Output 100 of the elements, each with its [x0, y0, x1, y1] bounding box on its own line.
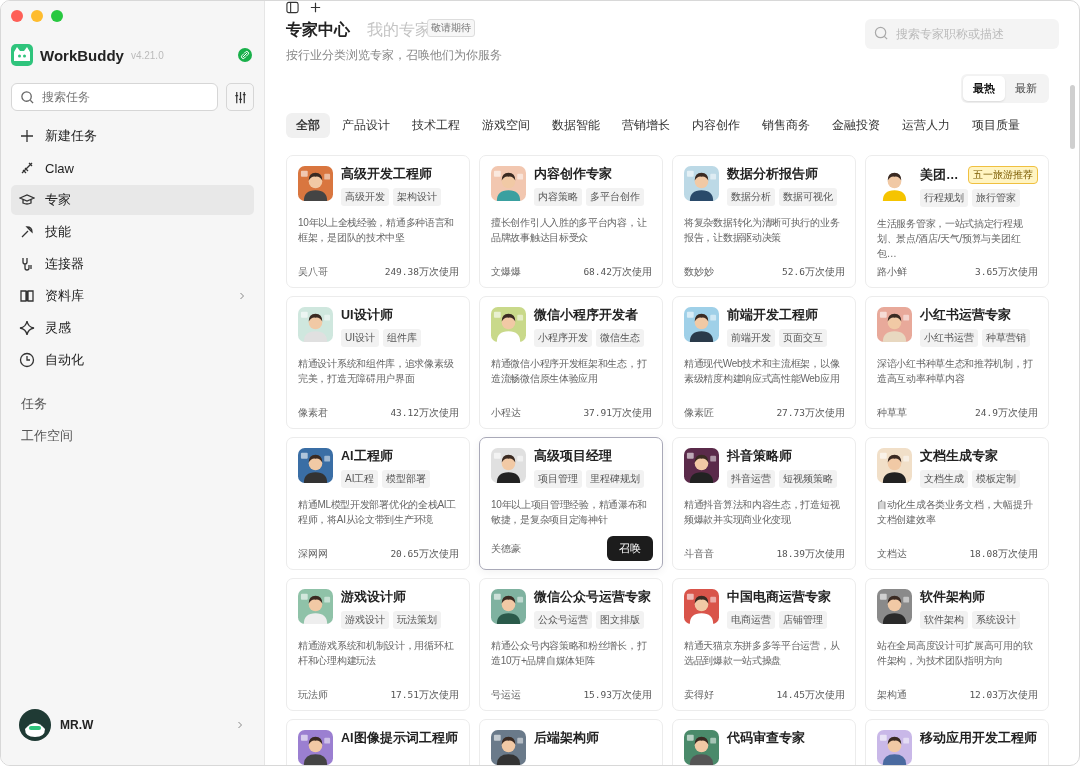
expert-title: AI工程师 — [341, 448, 393, 465]
expert-description: 精通公众号内容策略和粉丝增长，打造10万+品牌自媒体矩阵 — [491, 639, 648, 668]
expert-card[interactable]: 软件架构师 软件架构 系统设计 站在全局高度设计可扩展高可用的软件架构，为技术团队指明方向 架构通 12.03万次使用 — [865, 578, 1049, 711]
expert-title: 移动应用开发工程师 — [920, 730, 1037, 747]
sidebar-toggle-icon[interactable] — [286, 1, 299, 14]
usage-count: 24.9万次使用 — [975, 406, 1038, 420]
expert-description: 精通天猫京东拼多多等平台运营，从选品到爆款一站式操盘 — [684, 639, 841, 668]
tag: 多平台创作 — [586, 188, 644, 206]
author-name: 架构通 — [877, 688, 907, 702]
filter-button[interactable] — [226, 83, 254, 111]
author-name: 像素君 — [298, 406, 328, 420]
sort-option[interactable]: 最新 — [1005, 76, 1047, 101]
user-profile[interactable]: MR.W — [11, 709, 254, 741]
expert-title: 美团… — [920, 166, 959, 184]
category-tab[interactable]: 数据智能 — [542, 113, 610, 138]
expert-card[interactable]: 游戏设计师 游戏设计 玩法策划 精通游戏系统和机制设计，用循环杠杆和心理构建玩法 玩法师 17.51万次使用 — [286, 578, 470, 711]
expert-card[interactable]: 高级开发工程师 高级开发 架构设计 10年以上全栈经验，精通多种语言和框架，是团队的技术中坚 吴八哥 249.38万次使用 — [286, 155, 470, 288]
expert-card[interactable]: 微信小程序开发者 小程序开发 微信生态 精通微信小程序开发框架和生态，打造流畅微信原生体验应用 小程达 37.91万次使用 — [479, 296, 663, 429]
usage-count: 52.6万次使用 — [782, 265, 845, 279]
nav-item[interactable]: 灵感 — [11, 313, 254, 343]
expert-card[interactable]: 中国电商运营专家 电商运营 店铺管理 精通天猫京东拼多多等平台运营，从选品到爆款一站式操盘 卖得好 14.45万次使用 — [672, 578, 856, 711]
expert-title: 软件架构师 — [920, 589, 985, 606]
nav-item[interactable]: 连接器 — [11, 249, 254, 279]
tag: 小程序开发 — [534, 329, 592, 347]
coming-soon-badge: 敬请期待 — [427, 19, 475, 37]
expert-card[interactable]: 美团… 五一旅游推荐 行程规划 旅行管家 生活服务管家，一站式搞定行程规划、景点/酒店/天气/预算与美团红包… 路小鲜 3.65万次使用 — [865, 155, 1049, 288]
section-label[interactable]: 工作空间 — [11, 425, 254, 447]
tag: 文档生成 — [920, 470, 968, 488]
expert-title: 文档生成专家 — [920, 448, 998, 465]
expert-card[interactable]: AI工程师 AI工程 模型部署 精通ML模型开发部署优化的全栈AI工程师，将AI从论文带到生产环境 深网网 20.65万次使用 — [286, 437, 470, 570]
category-tab[interactable]: 营销增长 — [612, 113, 680, 138]
close-button[interactable] — [11, 10, 23, 22]
expert-title: AI图像提示词工程师 — [341, 730, 458, 747]
tag: 旅行管家 — [972, 189, 1020, 207]
summon-button[interactable]: 召唤 — [607, 536, 653, 561]
vertical-scrollbar[interactable] — [1070, 85, 1075, 149]
nav-item[interactable]: 资料库 — [11, 281, 254, 311]
category-tab[interactable]: 产品设计 — [332, 113, 400, 138]
expert-card[interactable]: AI图像提示词工程师 — [286, 719, 470, 765]
category-tab[interactable]: 内容创作 — [682, 113, 750, 138]
category-tab[interactable]: 游戏空间 — [472, 113, 540, 138]
tag: 玩法策划 — [393, 611, 441, 629]
usage-count: 37.91万次使用 — [583, 406, 652, 420]
expert-title: 高级开发工程师 — [341, 166, 432, 183]
tag: 游戏设计 — [341, 611, 389, 629]
tag: 软件架构 — [920, 611, 968, 629]
expert-card[interactable]: 内容创作专家 内容策略 多平台创作 擅长创作引人入胜的多平台内容，让品牌故事触达目标受众 文爆爆 68.42万次使用 — [479, 155, 663, 288]
tag: 项目管理 — [534, 470, 582, 488]
category-tab[interactable]: 金融投资 — [822, 113, 890, 138]
expert-title: 中国电商运营专家 — [727, 589, 831, 606]
expert-card[interactable]: 高级项目经理 项目管理 里程碑规划 10年以上项目管理经验，精通瀑布和敏捷，是复杂项目定海神针 关德豪 召唤 — [479, 437, 663, 570]
section-label[interactable]: 任务 — [11, 393, 254, 415]
expert-card[interactable]: 后端架构师 — [479, 719, 663, 765]
nav-item[interactable]: 技能 — [11, 217, 254, 247]
expert-title: UI设计师 — [341, 307, 393, 324]
link-icon[interactable] — [238, 48, 252, 62]
tag: 短视频策略 — [779, 470, 837, 488]
usage-count: 3.65万次使用 — [975, 265, 1038, 279]
nav-item[interactable]: Claw — [11, 153, 254, 183]
expert-description: 深谙小红书种草生态和推荐机制，打造高互动率种草内容 — [877, 357, 1034, 386]
add-icon[interactable] — [309, 1, 322, 14]
maximize-button[interactable] — [51, 10, 63, 22]
expert-card[interactable]: 前端开发工程师 前端开发 页面交互 精通现代Web技术和主流框架，以像素级精度构建响应式高性能Web应用 像素匠 27.73万次使用 — [672, 296, 856, 429]
category-tab[interactable]: 运营人力 — [892, 113, 960, 138]
expert-card[interactable]: 微信公众号运营专家 公众号运营 图文排版 精通公众号内容策略和粉丝增长，打造10万+品牌自媒体矩阵 号运运 15.93万次使用 — [479, 578, 663, 711]
expert-title: 内容创作专家 — [534, 166, 612, 183]
expert-card[interactable]: 文档生成专家 文档生成 模板定制 自动化生成各类业务文档，大幅提升文档创建效率 文档达 18.08万次使用 — [865, 437, 1049, 570]
nav-item[interactable]: 新建任务 — [11, 121, 254, 151]
expert-description: 10年以上全栈经验，精通多种语言和框架，是团队的技术中坚 — [298, 216, 456, 245]
author-name: 关德豪 — [491, 541, 521, 556]
expert-description: 精通微信小程序开发框架和生态，打造流畅微信原生体验应用 — [491, 357, 648, 386]
expert-card[interactable]: 数据分析报告师 数据分析 数据可视化 将复杂数据转化为清晰可执行的业务报告，让数据驱动决策 数妙妙 52.6万次使用 — [672, 155, 856, 288]
usage-count: 17.51万次使用 — [390, 688, 459, 702]
nav-item[interactable]: 自动化 — [11, 345, 254, 375]
expert-description: 精通现代Web技术和主流框架，以像素级精度构建响应式高性能Web应用 — [684, 357, 841, 386]
tag: 公众号运营 — [534, 611, 592, 629]
author-name: 深网网 — [298, 547, 328, 561]
expert-title: 小红书运营专家 — [920, 307, 1011, 324]
nav-item[interactable]: 专家 — [11, 185, 254, 215]
expert-card[interactable]: 移动应用开发工程师 — [865, 719, 1049, 765]
usage-count: 12.03万次使用 — [969, 688, 1038, 702]
category-tab[interactable]: 技术工程 — [402, 113, 470, 138]
author-name: 像素匠 — [684, 406, 714, 420]
sort-option[interactable]: 最热 — [963, 76, 1005, 101]
tag: 里程碑规划 — [586, 470, 644, 488]
expert-card[interactable]: 抖音策略师 抖音运营 短视频策略 精通抖音算法和内容生态，打造短视频爆款并实现商业化变现 斗音音 18.39万次使用 — [672, 437, 856, 570]
expert-description: 10年以上项目管理经验，精通瀑布和敏捷，是复杂项目定海神针 — [491, 498, 649, 527]
minimize-button[interactable] — [31, 10, 43, 22]
category-tab[interactable]: 全部 — [286, 113, 330, 138]
expert-description: 精通游戏系统和机制设计，用循环杠杆和心理构建玩法 — [298, 639, 455, 668]
category-tab[interactable]: 销售商务 — [752, 113, 820, 138]
tag: 模板定制 — [972, 470, 1020, 488]
category-tab[interactable]: 项目质量 — [962, 113, 1030, 138]
graduation-cap-icon — [19, 192, 35, 208]
author-name: 种草草 — [877, 406, 907, 420]
expert-card[interactable]: 小红书运营专家 小红书运营 种草营销 深谙小红书种草生态和推荐机制，打造高互动率种草内容 种草草 24.9万次使用 — [865, 296, 1049, 429]
expert-card[interactable]: 代码审查专家 — [672, 719, 856, 765]
tag: 电商运营 — [727, 611, 775, 629]
search-field[interactable]: 搜索任务 — [11, 83, 218, 111]
expert-card[interactable]: UI设计师 UI设计 组件库 精通设计系统和组件库，追求像素级完美，打造无障碍用户界面 像素君 43.12万次使用 — [286, 296, 470, 429]
